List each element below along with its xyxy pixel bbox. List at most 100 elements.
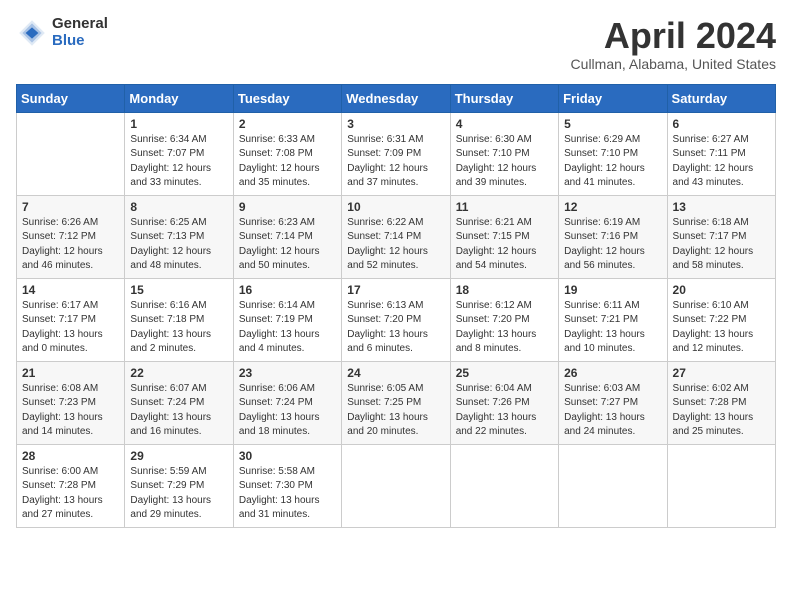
calendar-cell: 7 Sunrise: 6:26 AMSunset: 7:12 PMDaylight… <box>17 195 125 278</box>
calendar-cell: 13 Sunrise: 6:18 AMSunset: 7:17 PMDayligh… <box>667 195 775 278</box>
day-info: Sunrise: 6:33 AMSunset: 7:08 PMDaylight:… <box>239 133 336 191</box>
day-number: 22 <box>130 366 227 380</box>
day-info: Sunrise: 6:23 AMSunset: 7:14 PMDaylight:… <box>239 216 336 274</box>
day-number: 30 <box>239 449 336 463</box>
day-header-wednesday: Wednesday <box>342 84 450 112</box>
day-number: 20 <box>673 283 770 297</box>
day-number: 14 <box>22 283 119 297</box>
day-number: 27 <box>673 366 770 380</box>
day-info: Sunrise: 6:19 AMSunset: 7:16 PMDaylight:… <box>564 216 661 274</box>
calendar-cell: 18Sunrise: 6:12 AMSunset: 7:20 PMDayligh… <box>450 278 558 361</box>
calendar-cell: 30 Sunrise: 5:58 AMSunset: 7:30 PMDayligh… <box>233 444 341 527</box>
day-number: 11 <box>456 200 553 214</box>
day-info: Sunrise: 5:59 AMSunset: 7:29 PMDaylight:… <box>130 465 227 523</box>
day-number: 26 <box>564 366 661 380</box>
calendar-table: SundayMondayTuesdayWednesdayThursdayFrid… <box>16 84 776 528</box>
calendar-week-5: 28 Sunrise: 6:00 AMSunset: 7:28 PMDayligh… <box>17 444 776 527</box>
day-header-saturday: Saturday <box>667 84 775 112</box>
day-info: Sunrise: 6:05 AMSunset: 7:25 PMDaylight:… <box>347 382 444 440</box>
logo: General Blue <box>16 16 108 49</box>
day-header-monday: Monday <box>125 84 233 112</box>
logo-general: General <box>52 16 108 33</box>
calendar-cell: 23 Sunrise: 6:06 AMSunset: 7:24 PMDayligh… <box>233 361 341 444</box>
day-info: Sunrise: 6:27 AMSunset: 7:11 PMDaylight:… <box>673 133 770 191</box>
day-number: 1 <box>130 117 227 131</box>
calendar-cell <box>450 444 558 527</box>
calendar-cell: 12 Sunrise: 6:19 AMSunset: 7:16 PMDayligh… <box>559 195 667 278</box>
day-info: Sunrise: 6:18 AMSunset: 7:17 PMDaylight:… <box>673 216 770 274</box>
day-info: Sunrise: 5:58 AMSunset: 7:30 PMDaylight:… <box>239 465 336 523</box>
day-info: Sunrise: 6:07 AMSunset: 7:24 PMDaylight:… <box>130 382 227 440</box>
calendar-cell: 10 Sunrise: 6:22 AMSunset: 7:14 PMDayligh… <box>342 195 450 278</box>
day-number: 4 <box>456 117 553 131</box>
day-number: 3 <box>347 117 444 131</box>
calendar-cell: 20 Sunrise: 6:10 AMSunset: 7:22 PMDayligh… <box>667 278 775 361</box>
calendar-cell: 3 Sunrise: 6:31 AMSunset: 7:09 PMDaylight… <box>342 112 450 195</box>
day-number: 18 <box>456 283 553 297</box>
day-info: Sunrise: 6:11 AMSunset: 7:21 PMDaylight:… <box>564 299 661 357</box>
day-info: Sunrise: 6:10 AMSunset: 7:22 PMDaylight:… <box>673 299 770 357</box>
day-number: 15 <box>130 283 227 297</box>
calendar-cell <box>17 112 125 195</box>
day-number: 6 <box>673 117 770 131</box>
day-info: Sunrise: 6:00 AMSunset: 7:28 PMDaylight:… <box>22 465 119 523</box>
calendar-cell: 27 Sunrise: 6:02 AMSunset: 7:28 PMDayligh… <box>667 361 775 444</box>
day-number: 7 <box>22 200 119 214</box>
calendar-cell <box>559 444 667 527</box>
day-number: 17 <box>347 283 444 297</box>
calendar-cell: 19 Sunrise: 6:11 AMSunset: 7:21 PMDayligh… <box>559 278 667 361</box>
day-header-friday: Friday <box>559 84 667 112</box>
day-info: Sunrise: 6:29 AMSunset: 7:10 PMDaylight:… <box>564 133 661 191</box>
day-info: Sunrise: 6:02 AMSunset: 7:28 PMDaylight:… <box>673 382 770 440</box>
day-number: 16 <box>239 283 336 297</box>
calendar-cell: 26Sunrise: 6:03 AMSunset: 7:27 PMDayligh… <box>559 361 667 444</box>
title-block: April 2024 Cullman, Alabama, United Stat… <box>571 16 776 72</box>
day-info: Sunrise: 6:08 AMSunset: 7:23 PMDaylight:… <box>22 382 119 440</box>
calendar-week-4: 21Sunrise: 6:08 AMSunset: 7:23 PMDayligh… <box>17 361 776 444</box>
day-number: 10 <box>347 200 444 214</box>
calendar-cell: 16 Sunrise: 6:14 AMSunset: 7:19 PMDayligh… <box>233 278 341 361</box>
day-number: 24 <box>347 366 444 380</box>
calendar-cell: 1 Sunrise: 6:34 AMSunset: 7:07 PMDaylight… <box>125 112 233 195</box>
calendar-cell: 4 Sunrise: 6:30 AMSunset: 7:10 PMDaylight… <box>450 112 558 195</box>
day-number: 19 <box>564 283 661 297</box>
calendar-cell: 21Sunrise: 6:08 AMSunset: 7:23 PMDayligh… <box>17 361 125 444</box>
day-number: 13 <box>673 200 770 214</box>
location: Cullman, Alabama, United States <box>571 56 776 72</box>
day-header-sunday: Sunday <box>17 84 125 112</box>
day-header-tuesday: Tuesday <box>233 84 341 112</box>
day-number: 9 <box>239 200 336 214</box>
calendar-cell: 11 Sunrise: 6:21 AMSunset: 7:15 PMDayligh… <box>450 195 558 278</box>
day-info: Sunrise: 6:34 AMSunset: 7:07 PMDaylight:… <box>130 133 227 191</box>
calendar-cell: 24 Sunrise: 6:05 AMSunset: 7:25 PMDayligh… <box>342 361 450 444</box>
day-number: 12 <box>564 200 661 214</box>
calendar-cell: 25Sunrise: 6:04 AMSunset: 7:26 PMDayligh… <box>450 361 558 444</box>
day-number: 2 <box>239 117 336 131</box>
day-info: Sunrise: 6:26 AMSunset: 7:12 PMDaylight:… <box>22 216 119 274</box>
day-info: Sunrise: 6:22 AMSunset: 7:14 PMDaylight:… <box>347 216 444 274</box>
calendar-cell: 17Sunrise: 6:13 AMSunset: 7:20 PMDayligh… <box>342 278 450 361</box>
day-info: Sunrise: 6:06 AMSunset: 7:24 PMDaylight:… <box>239 382 336 440</box>
day-number: 29 <box>130 449 227 463</box>
day-info: Sunrise: 6:17 AMSunset: 7:17 PMDaylight:… <box>22 299 119 357</box>
day-number: 23 <box>239 366 336 380</box>
calendar-cell <box>667 444 775 527</box>
day-number: 28 <box>22 449 119 463</box>
calendar-cell: 15Sunrise: 6:16 AMSunset: 7:18 PMDayligh… <box>125 278 233 361</box>
logo-icon <box>16 17 48 49</box>
day-info: Sunrise: 6:14 AMSunset: 7:19 PMDaylight:… <box>239 299 336 357</box>
logo-text: General Blue <box>52 16 108 49</box>
day-info: Sunrise: 6:31 AMSunset: 7:09 PMDaylight:… <box>347 133 444 191</box>
calendar-week-3: 14 Sunrise: 6:17 AMSunset: 7:17 PMDayligh… <box>17 278 776 361</box>
calendar-cell: 22 Sunrise: 6:07 AMSunset: 7:24 PMDayligh… <box>125 361 233 444</box>
calendar-header-row: SundayMondayTuesdayWednesdayThursdayFrid… <box>17 84 776 112</box>
month-title: April 2024 <box>571 16 776 56</box>
calendar-cell: 14 Sunrise: 6:17 AMSunset: 7:17 PMDayligh… <box>17 278 125 361</box>
calendar-cell: 28 Sunrise: 6:00 AMSunset: 7:28 PMDayligh… <box>17 444 125 527</box>
day-info: Sunrise: 6:21 AMSunset: 7:15 PMDaylight:… <box>456 216 553 274</box>
calendar-cell: 9 Sunrise: 6:23 AMSunset: 7:14 PMDaylight… <box>233 195 341 278</box>
day-info: Sunrise: 6:25 AMSunset: 7:13 PMDaylight:… <box>130 216 227 274</box>
calendar-cell: 6 Sunrise: 6:27 AMSunset: 7:11 PMDaylight… <box>667 112 775 195</box>
calendar-cell: 29 Sunrise: 5:59 AMSunset: 7:29 PMDayligh… <box>125 444 233 527</box>
day-info: Sunrise: 6:30 AMSunset: 7:10 PMDaylight:… <box>456 133 553 191</box>
